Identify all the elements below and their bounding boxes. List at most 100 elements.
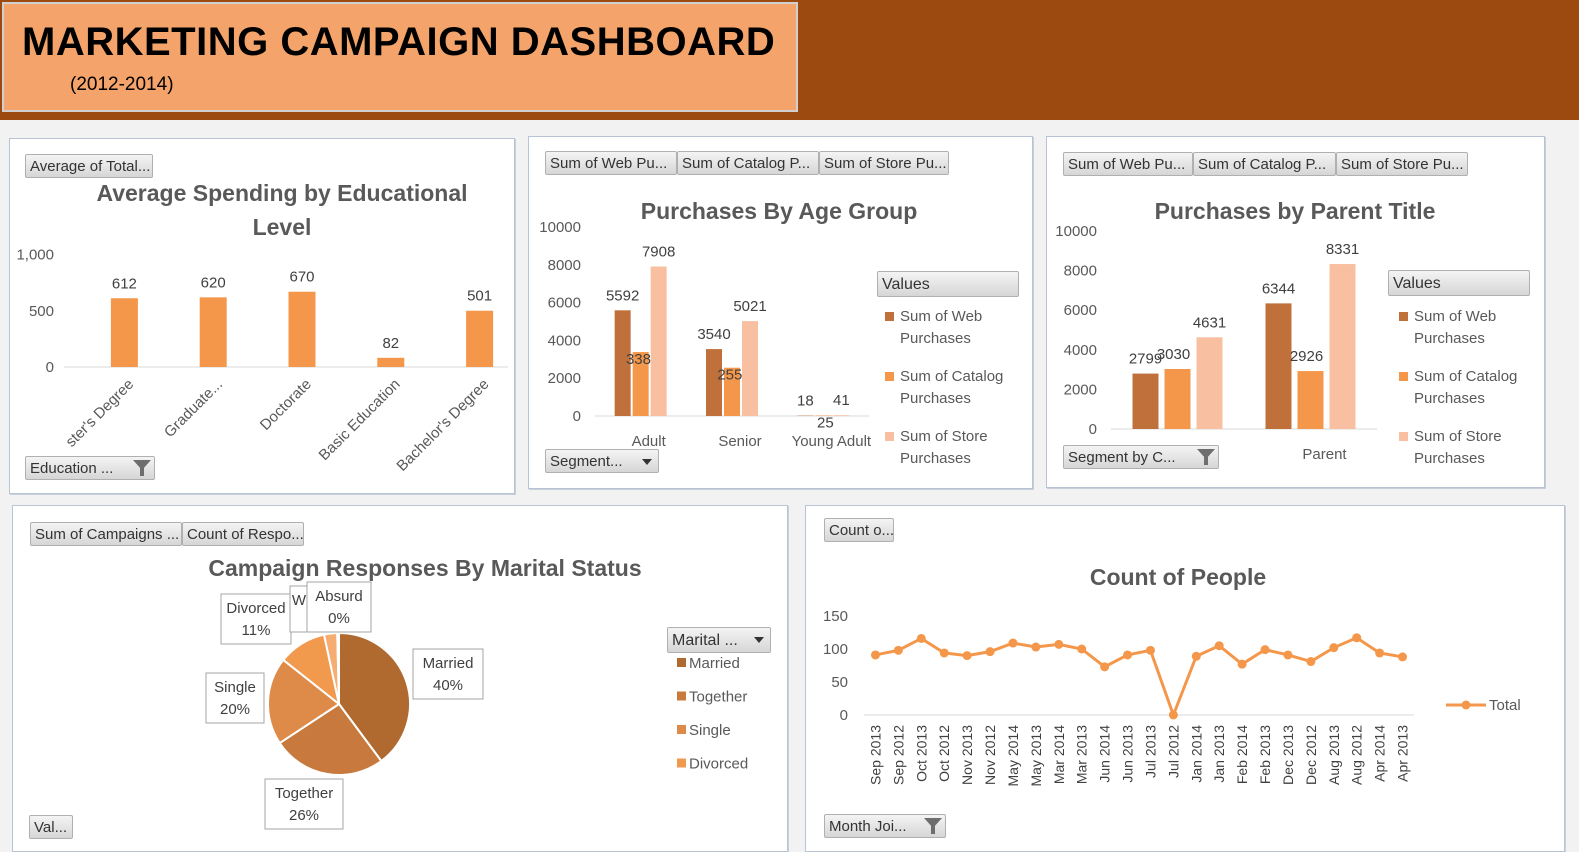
- legend-label: Together: [689, 689, 747, 706]
- chart-title: Purchases by Parent Title: [1155, 198, 1436, 224]
- data-label: 82: [382, 335, 399, 352]
- legend-label: Divorced: [689, 756, 748, 773]
- data-label: 20%: [220, 701, 250, 718]
- data-point: [1214, 641, 1224, 651]
- y-tick-label: 0: [840, 707, 848, 724]
- legend-swatch: [677, 758, 686, 768]
- bar: [1297, 371, 1324, 429]
- x-tick-label: Dec 2012: [1303, 725, 1319, 785]
- x-tick-label: Parent: [1302, 446, 1347, 463]
- legend-swatch: [677, 658, 686, 667]
- y-tick-label: 4000: [1064, 342, 1097, 359]
- y-tick-label: 6000: [1064, 302, 1097, 319]
- y-tick-label: 8000: [1064, 263, 1097, 280]
- data-label: 18: [797, 393, 814, 410]
- data-point: [1077, 644, 1087, 654]
- data-point: [1100, 662, 1110, 672]
- legend-header-values[interactable]: Values: [1388, 270, 1530, 296]
- data-point: [1283, 650, 1293, 660]
- panel-marital-status: Sum of Campaigns ... Count of Respo... C…: [12, 505, 788, 852]
- series-line: [875, 636, 1403, 720]
- legend-label-line2: Purchases: [1414, 450, 1485, 467]
- data-point: [1352, 633, 1362, 643]
- bar: [833, 415, 850, 416]
- y-tick-label: 1,000: [16, 247, 54, 264]
- chart-marital-status: Campaign Responses By Marital Status Marr…: [205, 555, 748, 830]
- legend-label: Sum of Web: [1414, 308, 1496, 325]
- value-button[interactable]: Val...: [29, 815, 73, 839]
- chart-age-group: Purchases By Age Group 0 2000 4000 6000 8000 1…: [539, 198, 1003, 467]
- y-tick-label: 8000: [548, 257, 581, 274]
- filter-button-segment-by-children[interactable]: Segment by C...: [1063, 445, 1219, 469]
- bar: [1329, 264, 1356, 429]
- y-tick-label: 0: [1089, 421, 1097, 438]
- x-tick-label: Apr 2014: [1372, 725, 1388, 782]
- x-tick-label: Bachelor's Degree: [393, 376, 492, 475]
- data-label: 4631: [1193, 314, 1226, 331]
- data-label: 26%: [289, 807, 319, 824]
- dashboard-subtitle: (2012-2014): [70, 74, 174, 95]
- data-label: 2926: [1290, 348, 1323, 365]
- data-label: 8331: [1326, 241, 1359, 258]
- data-label: 11%: [242, 622, 271, 639]
- y-tick-label: 0: [46, 359, 54, 376]
- x-tick-label: ster's Degree: [62, 376, 137, 451]
- filter-button-month-joined-label: Month Joi...: [829, 818, 907, 835]
- data-point: [985, 647, 995, 657]
- filter-button-education-label: Education ...: [30, 460, 114, 477]
- x-tick-label: Jun 2014: [1097, 725, 1113, 783]
- legend-swatch: [1399, 372, 1408, 381]
- legend-header-marital[interactable]: Marital ...: [667, 627, 771, 653]
- filter-button-segment[interactable]: Segment...: [545, 449, 659, 473]
- legend-header-values[interactable]: Values: [877, 271, 1019, 297]
- data-point: [1145, 645, 1155, 655]
- chevron-down-icon: [642, 459, 652, 465]
- x-tick-label: Senior: [718, 433, 761, 450]
- filter-icon-stem: [1204, 457, 1208, 465]
- data-label: 501: [467, 288, 492, 305]
- filter-button-education[interactable]: Education ...: [25, 456, 155, 480]
- x-tick-label: Nov 2012: [982, 725, 998, 785]
- data-label: W: [292, 592, 307, 609]
- legend-label-line2: Purchases: [900, 390, 971, 407]
- x-tick-label: Apr 2013: [1395, 725, 1411, 782]
- bar: [377, 357, 405, 367]
- y-tick-label: 0: [573, 408, 581, 425]
- x-tick-label: May 2013: [1028, 725, 1044, 787]
- data-label: 7908: [642, 244, 675, 261]
- x-tick-label: May 2014: [1005, 725, 1021, 787]
- chart-count-people: Count of People 0 50 100 150 Sep 2013 Sep 2012…: [823, 564, 1521, 787]
- x-tick-label: Sep 2013: [867, 725, 883, 785]
- data-point: [1168, 710, 1178, 720]
- x-tick-label: Basic Education: [316, 376, 404, 464]
- data-label: 41: [833, 392, 850, 409]
- x-tick-label: Nov 2013: [959, 725, 975, 785]
- data-label: Single: [214, 679, 256, 696]
- filter-button-month-joined[interactable]: Month Joi...: [824, 814, 946, 838]
- chart-title: Count of People: [1090, 564, 1266, 590]
- legend-label: Sum of Catalog: [1414, 368, 1517, 385]
- x-tick-label: Doctorate: [257, 376, 315, 434]
- x-tick-label: Feb 2014: [1234, 725, 1250, 784]
- data-point: [1008, 638, 1018, 648]
- x-tick-label: Sep 2012: [890, 725, 906, 785]
- bar: [1196, 337, 1223, 429]
- filter-icon-stem: [931, 826, 935, 834]
- legend-swatch: [677, 691, 686, 701]
- data-point: [893, 645, 903, 655]
- bar: [466, 310, 494, 367]
- chart-title: Average Spending by Educational: [96, 180, 467, 206]
- chevron-down-icon: [754, 637, 764, 643]
- legend-swatch: [1399, 312, 1408, 321]
- y-tick-label: 500: [29, 303, 54, 320]
- bar: [1164, 369, 1191, 429]
- y-tick-label: 4000: [548, 332, 581, 349]
- y-tick-label: 2000: [548, 370, 581, 387]
- data-point: [1237, 659, 1247, 669]
- data-label: 40%: [433, 677, 463, 694]
- filter-icon-stem: [140, 468, 144, 476]
- bar: [288, 291, 316, 367]
- bar: [199, 297, 227, 367]
- x-tick-label: Aug 2013: [1326, 725, 1342, 785]
- legend-label-line2: Purchases: [1414, 330, 1485, 347]
